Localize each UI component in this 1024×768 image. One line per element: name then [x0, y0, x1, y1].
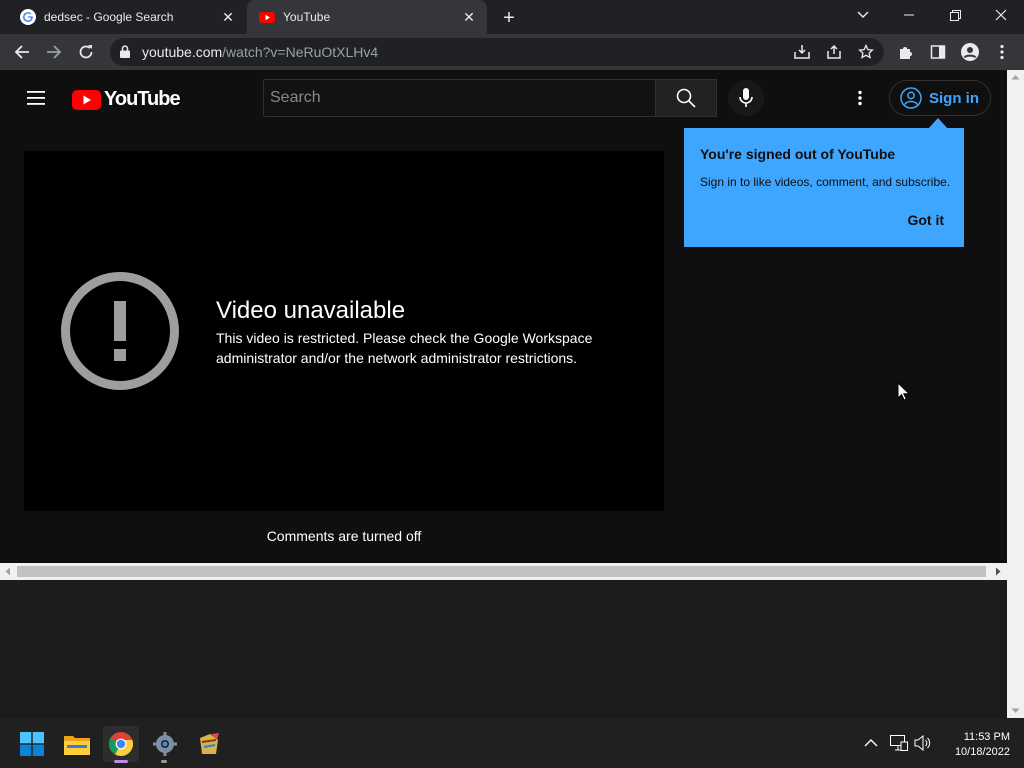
app-icon: [200, 733, 219, 754]
close-icon: [995, 9, 1007, 21]
tab-google-search[interactable]: dedsec - Google Search ✕: [8, 0, 246, 34]
chevron-up-icon[interactable]: [864, 738, 878, 747]
active-app-indicator: [114, 760, 128, 763]
tab-search-button[interactable]: [840, 0, 886, 30]
youtube-favicon-icon: [259, 12, 275, 23]
url-path: /watch?v=NeRuOtXLHv4: [222, 44, 379, 60]
arrow-right-icon: [47, 45, 62, 59]
error-message: This video is restricted. Please check t…: [216, 328, 592, 368]
new-tab-button[interactable]: +: [498, 7, 520, 29]
alert-circle-icon: [61, 272, 179, 390]
volume-icon[interactable]: [914, 735, 932, 751]
settings-taskbar-button[interactable]: [147, 726, 183, 762]
reload-button[interactable]: [72, 38, 100, 66]
chevron-down-icon: [857, 11, 869, 18]
url-host: youtube.com: [142, 44, 223, 60]
profile-button[interactable]: [956, 38, 984, 66]
comments-status: Comments are turned off: [266, 528, 422, 544]
error-message-line: administrator and/or the network adminis…: [216, 350, 578, 366]
search-box[interactable]: [263, 79, 655, 117]
sign-in-button[interactable]: Sign in: [889, 80, 991, 116]
puzzle-icon: [900, 47, 912, 59]
extensions-button[interactable]: [892, 38, 920, 66]
settings-menu-button[interactable]: [848, 86, 872, 110]
kebab-menu-icon: [858, 90, 862, 106]
got-it-button[interactable]: Got it: [907, 212, 944, 228]
mouse-cursor-icon: [897, 382, 909, 401]
close-tab-icon[interactable]: ✕: [459, 7, 479, 27]
error-title: Video unavailable: [216, 297, 406, 324]
profile-icon: [961, 43, 979, 61]
close-tab-icon[interactable]: ✕: [218, 7, 238, 27]
bookmark-button[interactable]: [852, 38, 880, 66]
file-explorer-icon: [64, 736, 90, 755]
url-text[interactable]: youtube.com/watch?v=NeRuOtXLHv4: [142, 44, 378, 60]
share-button[interactable]: [820, 38, 848, 66]
tab-title: YouTube: [283, 10, 331, 24]
account-icon: [900, 87, 922, 109]
sign-in-label: Sign in: [929, 89, 979, 107]
chrome-icon: [109, 732, 133, 756]
scroll-up-arrow-icon[interactable]: [1011, 73, 1020, 81]
forward-button[interactable]: [40, 38, 68, 66]
blank-area: [0, 580, 1007, 718]
install-app-button[interactable]: [788, 38, 816, 66]
side-panel-button[interactable]: [924, 38, 952, 66]
google-favicon-icon: [20, 9, 36, 25]
app-taskbar-button[interactable]: [191, 726, 227, 762]
kebab-menu-icon: [1000, 44, 1004, 60]
running-app-indicator: [161, 760, 167, 763]
chrome-taskbar-button[interactable]: [103, 726, 139, 762]
minimize-button[interactable]: [886, 0, 932, 30]
error-message-line: This video is restricted. Please check t…: [216, 330, 593, 346]
youtube-logo-icon: [72, 89, 101, 110]
network-icon[interactable]: [890, 735, 908, 751]
reload-icon: [79, 45, 93, 59]
search-icon: [676, 88, 696, 108]
clock-date: 10/18/2022: [954, 746, 1010, 758]
youtube-logo[interactable]: YouTube: [72, 88, 181, 111]
scroll-left-arrow-icon[interactable]: [4, 567, 12, 576]
youtube-logo-text: YouTube: [104, 88, 181, 110]
scroll-right-arrow-icon[interactable]: [994, 567, 1002, 576]
close-window-button[interactable]: [978, 0, 1024, 30]
vertical-scrollbar[interactable]: [1007, 70, 1024, 718]
scroll-down-arrow-icon[interactable]: [1011, 707, 1020, 715]
microphone-icon: [739, 88, 753, 107]
arrow-left-icon: [14, 45, 29, 59]
clock-time: 11:53 PM: [963, 731, 1010, 743]
tab-title: dedsec - Google Search: [44, 10, 174, 24]
guide-menu-button[interactable]: [20, 82, 52, 114]
restore-button[interactable]: [932, 0, 978, 30]
windows-start-icon: [20, 732, 44, 756]
share-icon: [827, 44, 841, 59]
search-button[interactable]: [655, 79, 717, 117]
horizontal-scroll-thumb[interactable]: [17, 566, 986, 577]
tooltip-body: Sign in to like videos, comment, and sub…: [700, 175, 951, 189]
file-explorer-button[interactable]: [59, 726, 95, 762]
start-button[interactable]: [14, 726, 50, 762]
search-input[interactable]: [264, 80, 655, 116]
chrome-menu-button[interactable]: [988, 38, 1016, 66]
side-panel-icon: [930, 45, 946, 59]
voice-search-button[interactable]: [728, 80, 764, 116]
signed-out-tooltip: You're signed out of YouTube Sign in to …: [684, 128, 964, 247]
tab-youtube[interactable]: YouTube ✕: [247, 0, 487, 34]
restore-icon: [949, 9, 961, 21]
hamburger-icon: [27, 91, 45, 105]
back-button[interactable]: [8, 38, 36, 66]
tooltip-title: You're signed out of YouTube: [700, 146, 896, 162]
star-icon: [858, 44, 874, 59]
video-player[interactable]: Video unavailable This video is restrict…: [24, 151, 664, 511]
install-icon: [794, 45, 810, 59]
system-clock[interactable]: 11:53 PM 10/18/2022: [940, 730, 1010, 760]
minimize-icon: [904, 14, 914, 16]
settings-icon: [153, 732, 177, 756]
lock-icon[interactable]: [120, 45, 130, 58]
